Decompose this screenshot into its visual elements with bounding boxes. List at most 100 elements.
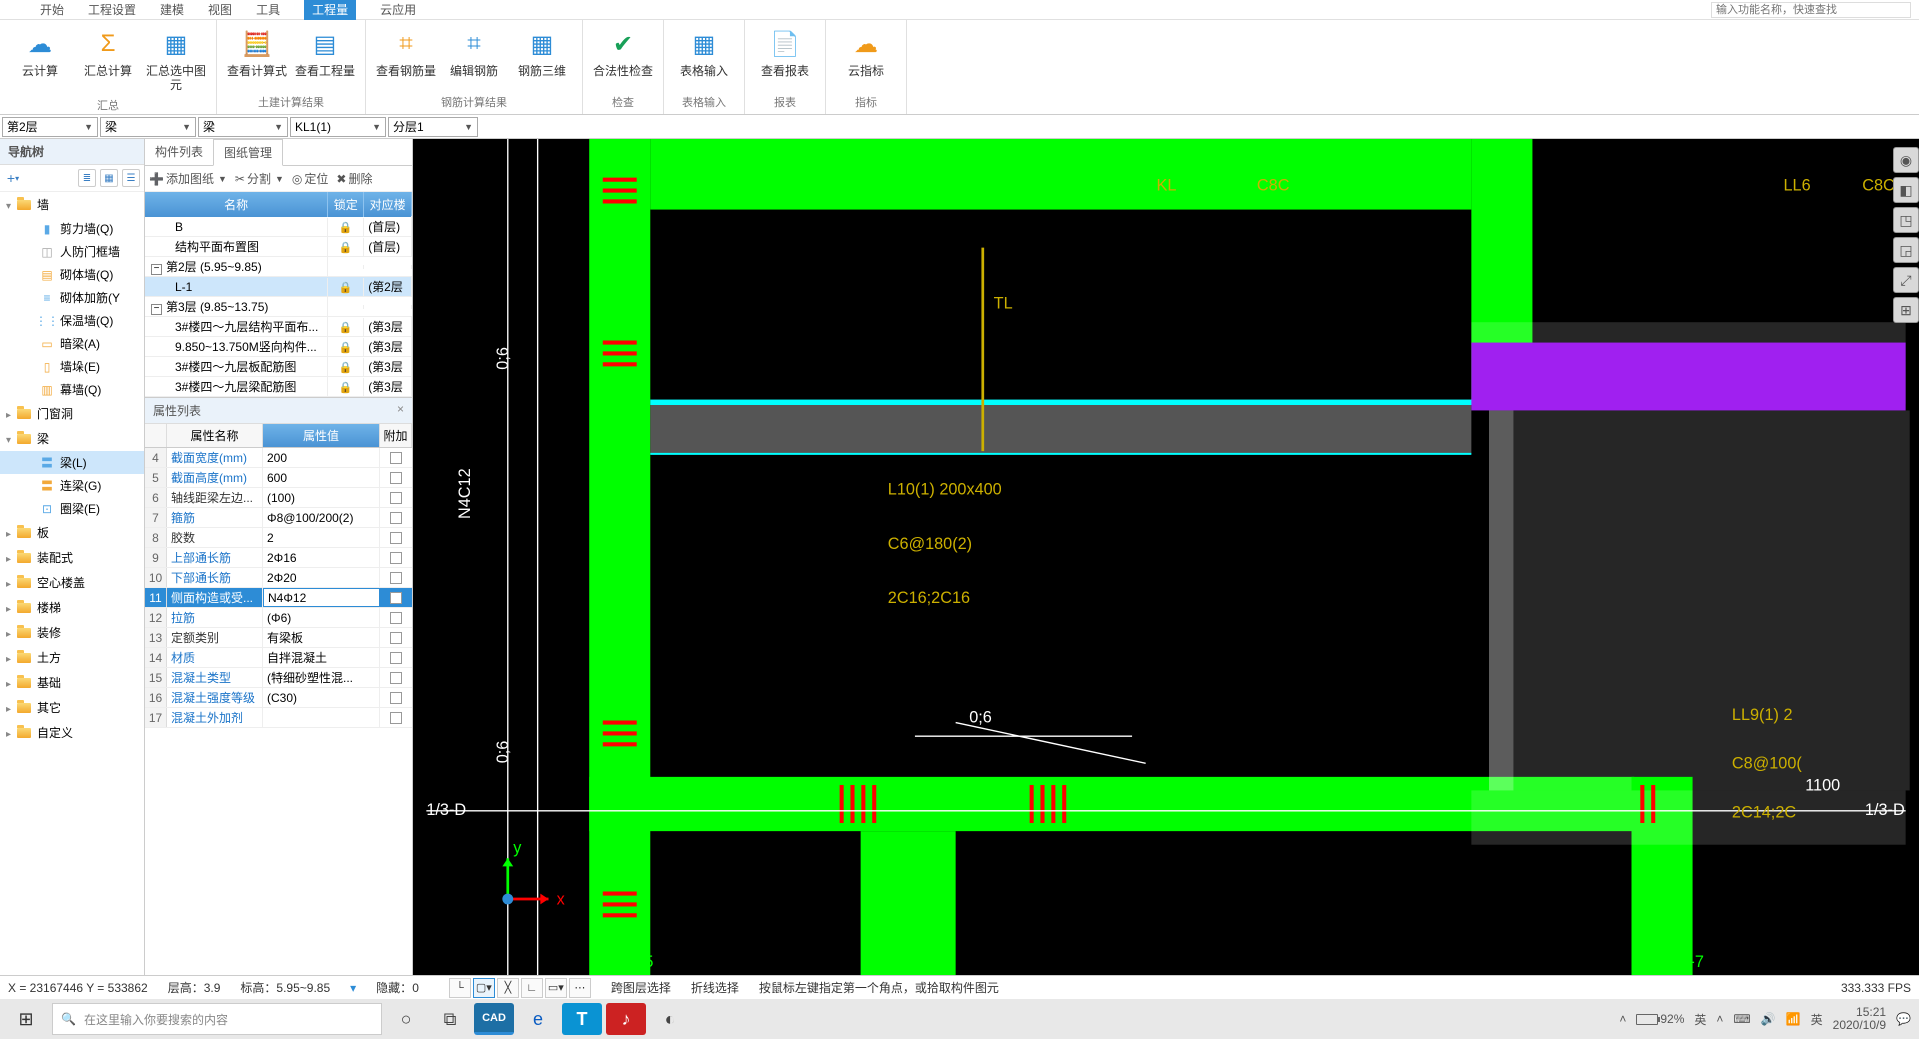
nav-icon-view-button[interactable]: ▦ <box>100 169 118 187</box>
attr-extra-checkbox[interactable] <box>390 672 402 684</box>
attr-extra-checkbox[interactable] <box>390 572 402 584</box>
attr-extra-checkbox[interactable] <box>390 512 402 524</box>
attr-extra-checkbox[interactable] <box>390 632 402 644</box>
ribbon-汇总计算-button[interactable]: Σ汇总计算 <box>76 24 140 92</box>
top-search-input[interactable] <box>1711 2 1911 18</box>
nav-tree-view-button[interactable]: ☰ <box>122 169 140 187</box>
lock-icon[interactable]: 🔒 <box>339 322 353 334</box>
nav-group-板[interactable]: 板 <box>0 520 144 545</box>
attr-extra-checkbox[interactable] <box>390 452 402 464</box>
tray-expand-2[interactable]: ˄ <box>1716 1012 1723 1026</box>
taskbar-search[interactable]: 🔍 在这里输入你要搜索的内容 <box>52 1003 382 1035</box>
nav-item-幕墙(Q)[interactable]: ▥幕墙(Q) <box>0 378 144 401</box>
tray-wifi-icon[interactable]: 📶 <box>1786 1012 1801 1026</box>
snap-perp[interactable]: ∟ <box>521 978 543 998</box>
snap-endpoint[interactable]: └ <box>449 978 471 998</box>
attr-row-12[interactable]: 12拉筋(Φ6) <box>145 608 412 628</box>
tray-ime-2[interactable]: 英 <box>1811 1011 1823 1028</box>
nav-item-人防门框墙[interactable]: ◫人防门框墙 <box>0 240 144 263</box>
tray-expand[interactable]: ˄ <box>1619 1012 1626 1026</box>
ribbon-钢筋三维-button[interactable]: ▦钢筋三维 <box>510 24 574 89</box>
nav-group-自定义[interactable]: 自定义 <box>0 720 144 745</box>
grid-tool[interactable]: ⊞ <box>1893 297 1919 323</box>
nav-item-暗梁(A)[interactable]: ▭暗梁(A) <box>0 332 144 355</box>
menu-tab-tool[interactable]: 工具 <box>256 1 280 18</box>
nav-add-button[interactable]: +▾ <box>4 169 22 187</box>
nav-group-门窗洞[interactable]: 门窗洞 <box>0 401 144 426</box>
ribbon-查看工程量-button[interactable]: ▤查看工程量 <box>293 24 357 89</box>
dwg-row[interactable]: 3#楼四～九层梁配筋图🔒(第3层 <box>145 377 412 397</box>
attr-row-7[interactable]: 7箍筋Φ8@100/200(2) <box>145 508 412 528</box>
nav-item-墙垛(E)[interactable]: ▯墙垛(E) <box>0 355 144 378</box>
menu-tab-project[interactable]: 工程设置 <box>88 1 136 18</box>
lock-icon[interactable]: 🔒 <box>339 362 353 374</box>
menu-tab-start[interactable]: 开始 <box>40 1 64 18</box>
attr-extra-checkbox[interactable] <box>390 692 402 704</box>
attr-row-8[interactable]: 8胶数2 <box>145 528 412 548</box>
lock-icon[interactable]: 🔒 <box>339 282 353 294</box>
start-button[interactable]: ⊞ <box>4 1003 48 1035</box>
ribbon-汇总选中图元-button[interactable]: ▦汇总选中图元 <box>144 24 208 92</box>
snap-more[interactable]: ⋯ <box>569 978 591 998</box>
ribbon-合法性检查-button[interactable]: ✔合法性检查 <box>591 24 655 89</box>
tray-volume-icon[interactable]: 🔊 <box>1761 1012 1776 1026</box>
nav-group-基础[interactable]: 基础 <box>0 670 144 695</box>
dwg-tb-分割[interactable]: ✂分割▼ <box>235 170 284 187</box>
tray-clock[interactable]: 15:21 2020/10/9 <box>1833 1006 1886 1032</box>
dwg-tb-删除[interactable]: ✖删除 <box>336 170 372 187</box>
fit-tool[interactable]: ⤢ <box>1893 267 1919 293</box>
selector-梁[interactable]: 梁▼ <box>198 117 288 137</box>
attr-row-13[interactable]: 13定额类别有梁板 <box>145 628 412 648</box>
nav-group-空心楼盖[interactable]: 空心楼盖 <box>0 570 144 595</box>
task-cortana[interactable]: ○ <box>386 1003 426 1035</box>
ribbon-查看报表-button[interactable]: 📄查看报表 <box>753 24 817 89</box>
task-app-3[interactable]: ◐ <box>650 1003 690 1035</box>
selector-KL1(1)[interactable]: KL1(1)▼ <box>290 117 386 137</box>
nav-list-view-button[interactable]: ≣ <box>78 169 96 187</box>
dwg-row[interactable]: L-1🔒(第2层 <box>145 277 412 297</box>
task-edge[interactable]: e <box>518 1003 558 1035</box>
dwg-tb-添加图纸[interactable]: ➕添加图纸▼ <box>149 170 227 187</box>
ribbon-编辑钢筋-button[interactable]: ⌗编辑钢筋 <box>442 24 506 89</box>
attr-extra-checkbox[interactable] <box>390 592 402 604</box>
attr-extra-checkbox[interactable] <box>390 492 402 504</box>
dwg-row[interactable]: 结构平面布置图🔒(首层) <box>145 237 412 257</box>
ribbon-表格输入-button[interactable]: ▦表格输入 <box>672 24 736 89</box>
tab-component-list[interactable]: 构件列表 <box>145 139 213 165</box>
ribbon-查看计算式-button[interactable]: 🧮查看计算式 <box>225 24 289 89</box>
nav-group-梁[interactable]: 梁 <box>0 426 144 451</box>
selector-第2层[interactable]: 第2层▼ <box>2 117 98 137</box>
nav-item-剪力墙(Q)[interactable]: ▮剪力墙(Q) <box>0 217 144 240</box>
attr-extra-checkbox[interactable] <box>390 712 402 724</box>
attr-row-14[interactable]: 14材质自拌混凝土 <box>145 648 412 668</box>
attr-row-15[interactable]: 15混凝土类型(特细砂塑性混... <box>145 668 412 688</box>
polyline-select[interactable]: 折线选择 <box>691 979 739 996</box>
nav-item-保温墙(Q)[interactable]: ⋮⋮保温墙(Q) <box>0 309 144 332</box>
orbit-tool[interactable]: ◉ <box>1893 147 1919 173</box>
dwg-row[interactable]: B🔒(首层) <box>145 217 412 237</box>
snap-object[interactable]: ▢▾ <box>473 978 495 998</box>
ribbon-云指标-button[interactable]: ☁云指标 <box>834 24 898 89</box>
nav-item-圈梁(E)[interactable]: ⊡圈梁(E) <box>0 497 144 520</box>
nav-group-墙[interactable]: 墙 <box>0 192 144 217</box>
nav-item-砌体墙(Q)[interactable]: ▤砌体墙(Q) <box>0 263 144 286</box>
attr-extra-checkbox[interactable] <box>390 612 402 624</box>
nav-item-连梁(G)[interactable]: 〓连梁(G) <box>0 474 144 497</box>
tray-notifications-icon[interactable]: 💬 <box>1896 1012 1911 1026</box>
attr-row-17[interactable]: 17混凝土外加剂 <box>145 708 412 728</box>
snap-select[interactable]: ▭▾ <box>545 978 567 998</box>
tray-keyboard-icon[interactable]: ⌨ <box>1733 1012 1750 1026</box>
nav-item-砌体加筋(Y[interactable]: ≡砌体加筋(Y <box>0 286 144 309</box>
nav-group-装配式[interactable]: 装配式 <box>0 545 144 570</box>
attr-row-4[interactable]: 4截面宽度(mm)200 <box>145 448 412 468</box>
menu-tab-view[interactable]: 视图 <box>208 1 232 18</box>
attr-extra-checkbox[interactable] <box>390 472 402 484</box>
dwg-row[interactable]: 3#楼四～九层结构平面布...🔒(第3层 <box>145 317 412 337</box>
attr-row-5[interactable]: 5截面高度(mm)600 <box>145 468 412 488</box>
tray-battery[interactable]: 92% <box>1636 1012 1684 1026</box>
selector-梁[interactable]: 梁▼ <box>100 117 196 137</box>
ribbon-查看钢筋量-button[interactable]: ⌗查看钢筋量 <box>374 24 438 89</box>
task-taskview[interactable]: ⧉ <box>430 1003 470 1035</box>
attr-row-9[interactable]: 9上部通长筋2Φ16 <box>145 548 412 568</box>
drawing-canvas[interactable]: x y 3-43-6KLC8CLL6C8CTLN4C120;60;6L10(1)… <box>413 139 1919 975</box>
